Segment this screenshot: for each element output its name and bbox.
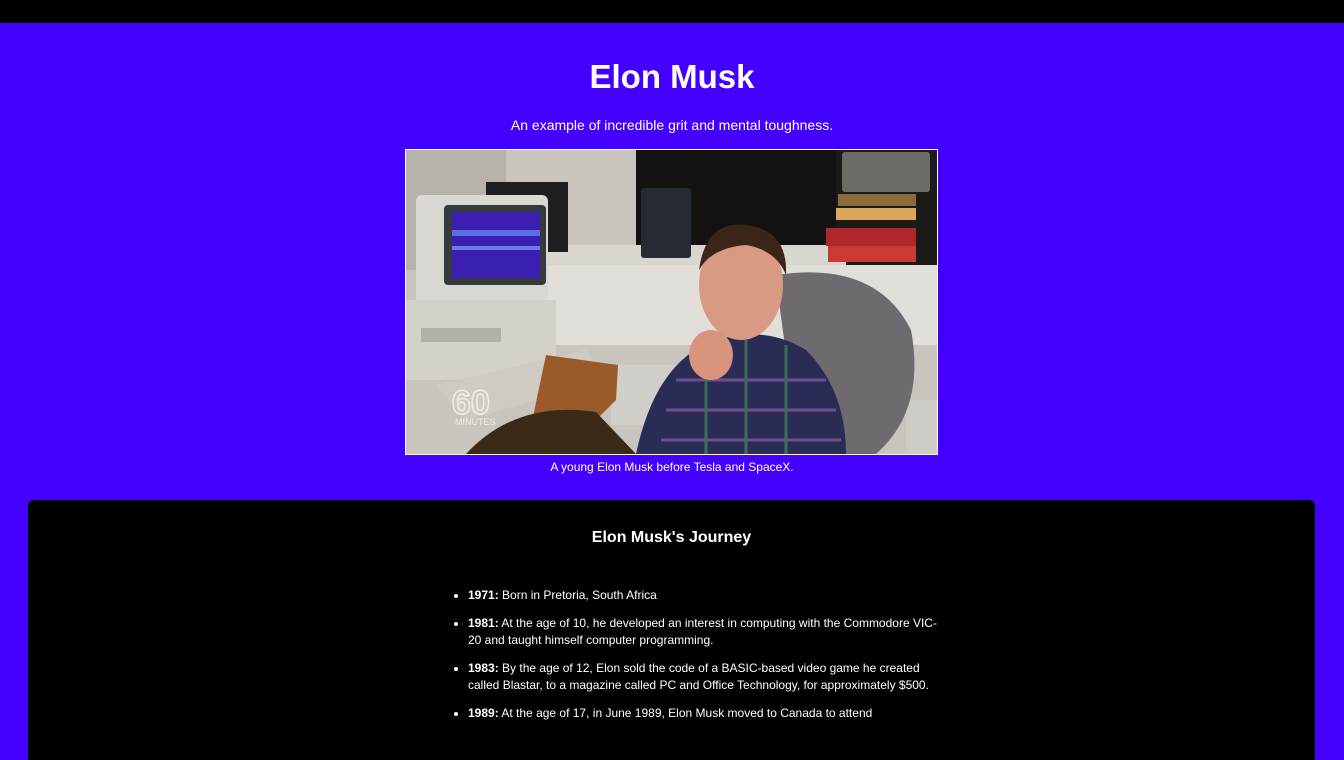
- timeline-year: 1971:: [468, 588, 499, 602]
- journey-panel: Elon Musk's Journey 1971: Born in Pretor…: [28, 500, 1315, 760]
- timeline-text: By the age of 12, Elon sold the code of …: [468, 661, 929, 692]
- timeline-item: 1989: At the age of 17, in June 1989, El…: [468, 705, 938, 722]
- journey-title: Elon Musk's Journey: [591, 529, 752, 546]
- journey-timeline: 1971: Born in Pretoria, South Africa 198…: [448, 587, 938, 733]
- timeline-year: 1989:: [468, 706, 499, 720]
- timeline-item: 1971: Born in Pretoria, South Africa: [468, 587, 938, 604]
- sixty-minutes-logo-text: MINUTES: [455, 417, 496, 427]
- page-content: Elon Musk An example of incredible grit …: [0, 23, 1344, 760]
- timeline-year: 1981:: [468, 616, 499, 630]
- young-elon-photo: 60 MINUTES: [405, 149, 938, 455]
- timeline-year: 1983:: [468, 661, 499, 675]
- page-title: Elon Musk: [589, 58, 755, 95]
- photo-caption: A young Elon Musk before Tesla and Space…: [550, 460, 794, 474]
- timeline-text: Born in Pretoria, South Africa: [498, 588, 657, 602]
- timeline-item: 1983: By the age of 12, Elon sold the co…: [468, 660, 938, 694]
- page-tagline: An example of incredible grit and mental…: [510, 117, 834, 133]
- timeline-text: At the age of 10, he developed an intere…: [468, 616, 937, 647]
- timeline-text: At the age of 17, in June 1989, Elon Mus…: [498, 706, 873, 720]
- top-bar: [0, 0, 1344, 23]
- timeline-item: 1981: At the age of 10, he developed an …: [468, 615, 938, 649]
